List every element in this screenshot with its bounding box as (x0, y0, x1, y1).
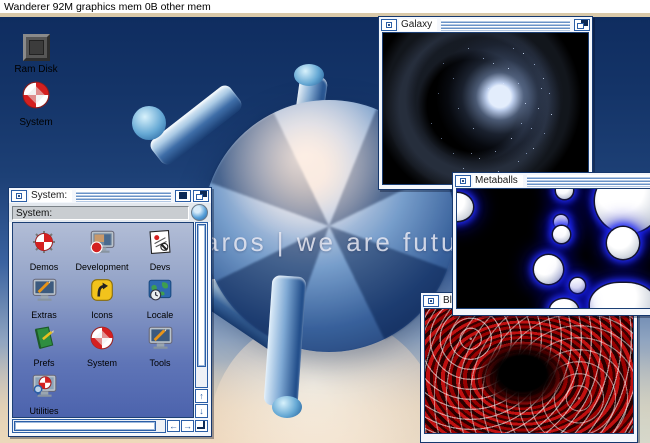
drawer-icon-development[interactable]: Development (73, 226, 131, 274)
boing-ball-icon (88, 325, 116, 356)
disk-usage-icon[interactable] (191, 204, 208, 221)
scroll-right-arrow-icon[interactable]: → (181, 420, 194, 432)
blackhole-demo-canvas (424, 308, 634, 434)
horizontal-scroll-thumb[interactable] (14, 421, 156, 431)
drawer-icon-prefs[interactable]: Prefs (15, 322, 73, 370)
scroll-down-arrow-icon[interactable]: ↓ (195, 404, 208, 418)
galaxy-titlebar[interactable]: Galaxy (379, 17, 592, 32)
drawer-icon-area: Demos Development (12, 222, 194, 418)
window-resize-gadget-icon[interactable] (195, 420, 208, 432)
window-title: Metaballs (473, 175, 523, 187)
depth-gadget-icon[interactable] (574, 19, 590, 31)
drawer-icon-icons[interactable]: Icons (73, 274, 131, 322)
drawer-icon-utilities[interactable]: Utilities (15, 370, 73, 418)
horizontal-scroll-track[interactable] (12, 419, 166, 433)
monitor-ball-magnifier-icon (30, 373, 58, 404)
metaballs-titlebar[interactable]: Metaballs (453, 173, 650, 188)
monitor-picture-ball-icon (88, 229, 116, 260)
boing-ball-spiked-icon (30, 229, 58, 260)
drawer-icon-system[interactable]: System (73, 322, 131, 370)
aros-wanderer-screen: Wanderer 92M graphics mem 0B other mem a… (0, 0, 650, 443)
wallpaper-tube-cap (272, 396, 302, 418)
vertical-scroll-thumb[interactable] (197, 224, 206, 367)
drawer-icon-demos[interactable]: Demos (15, 226, 73, 274)
horizontal-scrollbar: ← → (12, 419, 208, 433)
monitor-pencil-icon (146, 325, 174, 356)
desktop-icon-ram-disk[interactable]: Ram Disk (8, 34, 64, 75)
titlebar-drag-stripes[interactable] (76, 190, 171, 202)
document-sketch-icon (146, 229, 174, 260)
metaballs-demo-canvas (456, 188, 650, 309)
vertical-scroll-track[interactable] (195, 222, 208, 388)
window-metaballs: Metaballs (452, 172, 650, 316)
drawer-icon-locale[interactable]: Locale (131, 274, 189, 322)
path-bar: System: (9, 203, 211, 222)
green-book-pencil-icon (30, 325, 58, 356)
drawer-icon-devs[interactable]: Devs (131, 226, 189, 274)
depth-gadget-icon[interactable] (193, 190, 209, 202)
close-gadget-icon[interactable] (381, 19, 397, 31)
window-galaxy: Galaxy (378, 16, 593, 190)
system-titlebar[interactable]: System: (9, 188, 211, 203)
galaxy-demo-canvas (382, 32, 589, 185)
titlebar-drag-stripes[interactable] (441, 19, 570, 31)
monitor-pencil-icon (30, 277, 58, 308)
galaxy-star-particles (383, 33, 384, 34)
zoom-gadget-icon[interactable] (175, 190, 191, 202)
vertical-scrollbar: ↑ ↓ (195, 222, 208, 418)
drawer-icon-extras[interactable]: Extras (15, 274, 73, 322)
road-sign-curved-arrow-icon (88, 277, 116, 308)
boing-ball-icon (22, 81, 50, 114)
ram-disk-chip-icon (23, 34, 50, 61)
window-system-drawer: System: System: Demos (8, 187, 212, 437)
close-gadget-icon[interactable] (11, 190, 27, 202)
world-map-clock-icon (146, 277, 174, 308)
memory-status-text: Wanderer 92M graphics mem 0B other mem (4, 1, 211, 13)
window-title: System: (29, 190, 72, 202)
scroll-up-arrow-icon[interactable]: ↑ (195, 389, 208, 403)
desktop-icon-system[interactable]: System (10, 81, 62, 128)
window-title: Galaxy (399, 19, 437, 31)
titlebar-drag-stripes[interactable] (527, 175, 650, 187)
wallpaper-tube-cap (132, 106, 166, 140)
screen-title-bar[interactable]: Wanderer 92M graphics mem 0B other mem (0, 0, 650, 14)
desktop-icon-label: System (19, 117, 52, 128)
close-gadget-icon[interactable] (455, 175, 471, 187)
close-gadget-icon[interactable] (423, 295, 439, 307)
path-input[interactable]: System: (12, 206, 189, 220)
scroll-left-arrow-icon[interactable]: ← (167, 420, 180, 432)
drawer-icon-tools[interactable]: Tools (131, 322, 189, 370)
wallpaper-tube-cap (294, 64, 324, 86)
desktop-icon-label: Ram Disk (14, 64, 57, 75)
